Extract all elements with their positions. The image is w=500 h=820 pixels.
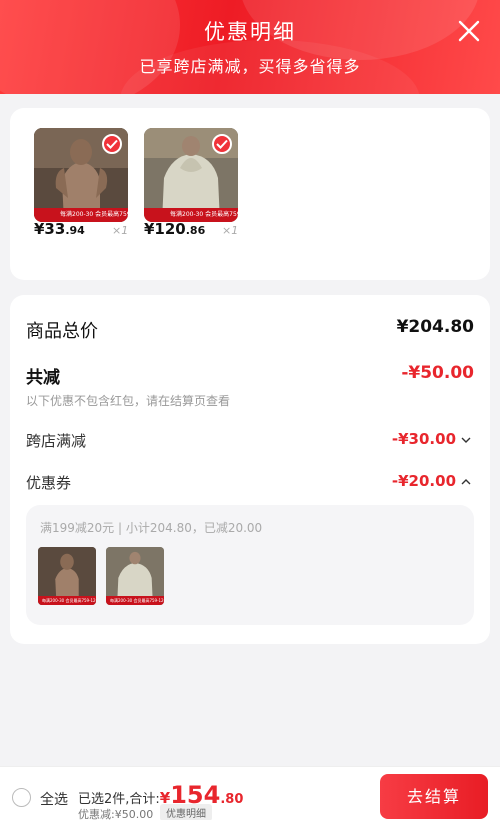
page-title: 优惠明细 [204, 20, 296, 44]
total-reduction-value: -¥50.00 [401, 363, 474, 383]
select-all-radio[interactable] [12, 788, 31, 807]
discount-amount: 优惠减:¥50.00 [78, 808, 154, 820]
cross-store-value: -¥30.00 [391, 430, 456, 448]
product-thumbnail: 每满200-30 会员最高759-120 [34, 128, 128, 222]
coupon-row[interactable]: 优惠券 -¥20.00 [26, 472, 474, 493]
total-price-value: ¥204.80 [396, 317, 474, 337]
product-item[interactable]: 每满200-30 会员最高759-120 [34, 128, 128, 222]
product-thumbnail: 每满200-30 会员最高759-120 [144, 128, 238, 222]
reduction-note: 以下优惠不包含红包，请在结算页查看 [26, 394, 231, 408]
coupon-value: -¥20.00 [391, 472, 456, 490]
select-all-label[interactable]: 全选 [40, 789, 68, 809]
item-qty: ×1 [112, 224, 129, 237]
chevron-up-icon[interactable] [460, 473, 472, 492]
item-qty: ×1 [222, 224, 239, 237]
price-summary-card: 商品总价 ¥204.80 共减 -¥50.00 以下优惠不包含红包，请在结算页查… [10, 295, 490, 644]
discount-detail-button[interactable]: 优惠明细 [160, 804, 212, 820]
item-price: ¥33.94 [34, 220, 85, 238]
chevron-down-icon[interactable] [460, 431, 472, 450]
total-reduction-row: 共减 -¥50.00 [26, 363, 474, 388]
close-icon[interactable] [458, 20, 480, 42]
selected-check-icon[interactable] [212, 134, 232, 154]
selected-check-icon[interactable] [102, 134, 122, 154]
page-subtitle: 已享跨店满减，买得多省得多 [139, 57, 361, 76]
checkout-bar: 全选 已选2件,合计:¥154.80 优惠减:¥50.00 优惠明细 去结算 [0, 766, 500, 820]
total-price-row: 商品总价 ¥204.80 [26, 317, 474, 342]
checkout-button[interactable]: 去结算 [380, 774, 488, 819]
coupon-product-thumbnail: 每满200-30 会员最高759-120 [38, 547, 96, 605]
product-item[interactable]: 每满200-30 会员最高759-120 [144, 128, 238, 222]
coupon-detail-box: 满199减20元 | 小计204.80，已减20.00 每满200-30 会员最… [26, 505, 474, 625]
coupon-detail-text: 满199减20元 | 小计204.80，已减20.00 [40, 521, 263, 535]
product-card: 每满200-30 会员最高759-120 ¥33.94 ×1 每满200-30 … [10, 108, 490, 280]
cross-store-row[interactable]: 跨店满减 -¥30.00 [26, 430, 474, 451]
discount-header: 优惠明细 已享跨店满减，买得多省得多 [0, 0, 500, 94]
coupon-product-thumbnail: 每满200-30 会员最高759-120 [106, 547, 164, 605]
item-price: ¥120.86 [144, 220, 206, 238]
